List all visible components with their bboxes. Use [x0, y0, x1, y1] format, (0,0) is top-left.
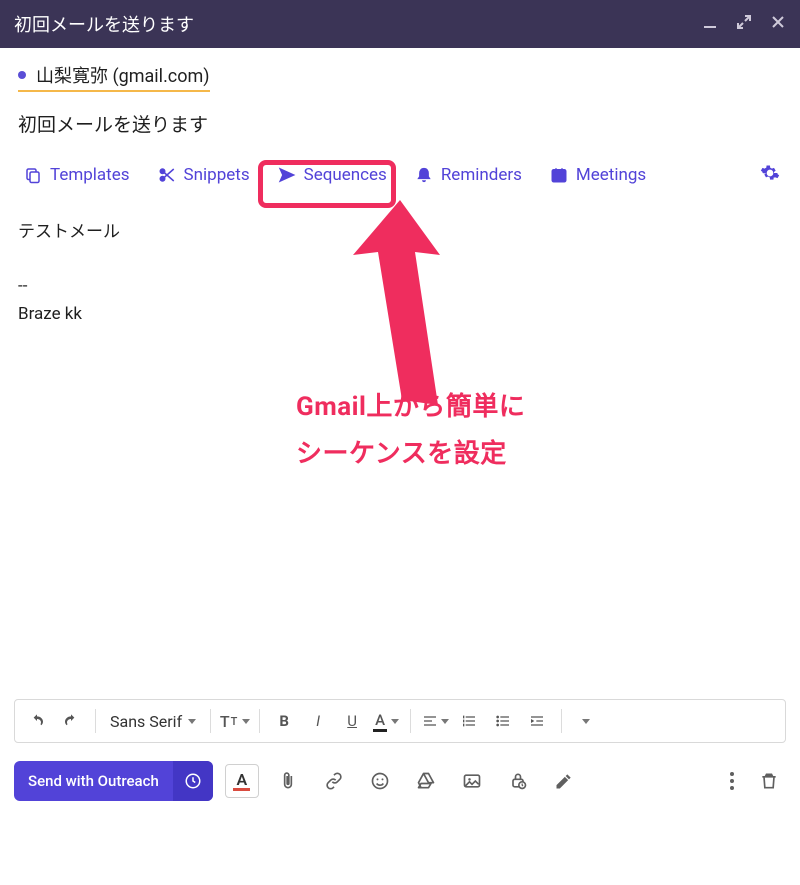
close-icon[interactable] [770, 14, 786, 35]
chevron-down-icon [391, 719, 399, 724]
font-family-select[interactable]: Sans Serif [104, 712, 202, 731]
sequences-button[interactable]: Sequences [268, 157, 397, 193]
text-format-button[interactable]: A [225, 764, 259, 798]
scissors-icon [158, 166, 176, 184]
meetings-button[interactable]: Meetings [540, 157, 656, 193]
more-formatting-button[interactable] [570, 705, 602, 737]
annotation-text: Gmail上から簡単に シーケンスを設定 [296, 384, 525, 478]
send-row: Send with Outreach A [0, 751, 800, 815]
settings-button[interactable] [754, 157, 786, 193]
text-color-glyph: A [373, 711, 387, 732]
templates-button[interactable]: Templates [14, 157, 140, 193]
snippets-button[interactable]: Snippets [148, 157, 260, 193]
separator [95, 709, 96, 733]
separator [259, 709, 260, 733]
subject-field[interactable]: 初回メールを送ります [0, 100, 800, 151]
insert-emoji-button[interactable] [363, 764, 397, 798]
insert-link-button[interactable] [317, 764, 351, 798]
font-family-label: Sans Serif [110, 712, 182, 731]
recipients-field[interactable]: 山梨寛弥 (gmail.com) [0, 48, 800, 100]
redo-button[interactable] [55, 705, 87, 737]
compose-titlebar: 初回メールを送ります [0, 0, 800, 48]
recipient-chip[interactable]: 山梨寛弥 (gmail.com) [18, 62, 210, 92]
reminders-label: Reminders [441, 165, 522, 185]
font-size-large-glyph: T [220, 712, 230, 731]
insert-photo-button[interactable] [455, 764, 489, 798]
schedule-send-button[interactable] [173, 761, 213, 801]
numbered-list-button[interactable] [453, 705, 485, 737]
align-button[interactable] [419, 705, 451, 737]
chevron-down-icon [582, 719, 590, 724]
insert-signature-button[interactable] [547, 764, 581, 798]
chevron-down-icon [441, 719, 449, 724]
bell-icon [415, 166, 433, 184]
window-controls [702, 14, 786, 35]
separator [210, 709, 211, 733]
undo-button[interactable] [21, 705, 53, 737]
annotation-line-1: Gmail上から簡単に [296, 384, 525, 431]
separator [410, 709, 411, 733]
text-format-glyph: A [233, 772, 250, 791]
font-size-small-glyph: T [231, 715, 238, 728]
italic-button[interactable]: I [302, 705, 334, 737]
expand-icon[interactable] [736, 14, 752, 35]
recipient-status-dot-icon [18, 71, 26, 79]
bulleted-list-button[interactable] [487, 705, 519, 737]
insert-drive-button[interactable] [409, 764, 443, 798]
recipient-name: 山梨寛弥 (gmail.com) [36, 62, 210, 88]
confidential-mode-button[interactable] [501, 764, 535, 798]
body-line: テストメール [18, 219, 782, 246]
signature-separator: -- [18, 273, 782, 300]
text-color-button[interactable]: A [370, 705, 402, 737]
calendar-icon [550, 166, 568, 184]
more-options-button[interactable] [724, 766, 740, 796]
chevron-down-icon [188, 719, 196, 724]
underline-button[interactable]: U [336, 705, 368, 737]
templates-icon [24, 166, 42, 184]
font-size-button[interactable]: T T [219, 705, 251, 737]
reminders-button[interactable]: Reminders [405, 157, 532, 193]
meetings-label: Meetings [576, 165, 646, 185]
subject-text: 初回メールを送ります [18, 113, 208, 136]
minimize-icon[interactable] [702, 14, 718, 35]
message-body[interactable]: テストメール -- Braze kk Gmail上から簡単に シーケンスを設定 [0, 199, 800, 699]
send-button-label: Send with Outreach [14, 772, 173, 790]
chevron-down-icon [242, 719, 250, 724]
signature: Braze kk [18, 301, 782, 328]
send-with-outreach-button[interactable]: Send with Outreach [14, 761, 213, 801]
paper-plane-icon [278, 166, 296, 184]
outreach-toolbar: Templates Snippets Sequences Reminders M… [0, 151, 800, 199]
discard-draft-button[interactable] [752, 764, 786, 798]
attach-file-button[interactable] [271, 764, 305, 798]
bold-button[interactable]: B [268, 705, 300, 737]
templates-label: Templates [50, 165, 130, 185]
format-toolbar: Sans Serif T T B I U A [14, 699, 786, 743]
separator [561, 709, 562, 733]
window-title: 初回メールを送ります [14, 11, 194, 37]
sequences-label: Sequences [304, 165, 387, 185]
annotation-line-2: シーケンスを設定 [296, 431, 525, 478]
indent-button[interactable] [521, 705, 553, 737]
snippets-label: Snippets [184, 165, 250, 185]
